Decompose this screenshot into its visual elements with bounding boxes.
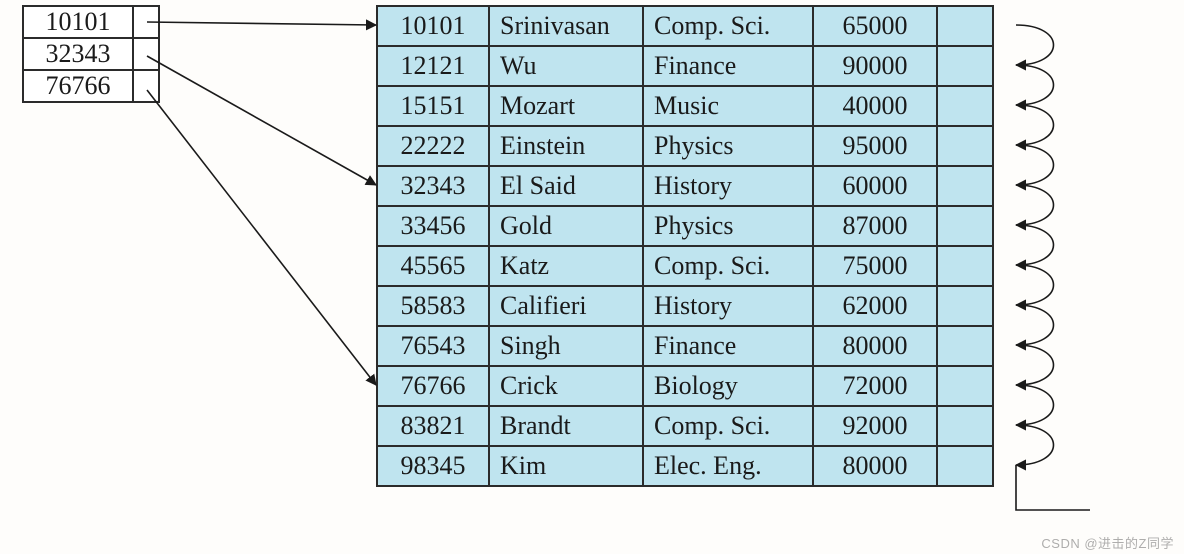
cell-dept: Finance — [643, 46, 813, 86]
table-row: 12121 Wu Finance 90000 — [377, 46, 993, 86]
index-pointer-cell — [133, 6, 159, 38]
index-row: 76766 — [23, 70, 159, 102]
index-key: 76766 — [23, 70, 133, 102]
table-row: 76543 Singh Finance 80000 — [377, 326, 993, 366]
cell-dept: Elec. Eng. — [643, 446, 813, 486]
next-arrow — [1016, 225, 1054, 265]
table-row: 15151 Mozart Music 40000 — [377, 86, 993, 126]
cell-name: Califieri — [489, 286, 643, 326]
cell-next-pointer — [937, 446, 993, 486]
cell-id: 12121 — [377, 46, 489, 86]
next-arrow — [1016, 265, 1054, 305]
next-arrow — [1016, 345, 1054, 385]
next-arrow — [1016, 385, 1054, 425]
cell-dept: History — [643, 166, 813, 206]
next-arrow — [1016, 425, 1054, 465]
cell-name: Katz — [489, 246, 643, 286]
cell-next-pointer — [937, 46, 993, 86]
cell-id: 45565 — [377, 246, 489, 286]
cell-salary: 72000 — [813, 366, 937, 406]
cell-salary: 62000 — [813, 286, 937, 326]
instructor-file: 10101 Srinivasan Comp. Sci. 65000 12121 … — [376, 5, 994, 487]
table-row: 76766 Crick Biology 72000 — [377, 366, 993, 406]
cell-dept: Finance — [643, 326, 813, 366]
table-row: 98345 Kim Elec. Eng. 80000 — [377, 446, 993, 486]
cell-next-pointer — [937, 286, 993, 326]
cell-next-pointer — [937, 366, 993, 406]
next-arrow — [1016, 145, 1054, 185]
cell-next-pointer — [937, 86, 993, 126]
cell-id: 32343 — [377, 166, 489, 206]
cell-name: Singh — [489, 326, 643, 366]
index-arrow — [147, 56, 376, 185]
table-row: 45565 Katz Comp. Sci. 75000 — [377, 246, 993, 286]
cell-id: 15151 — [377, 86, 489, 126]
table-row: 22222 Einstein Physics 95000 — [377, 126, 993, 166]
index-row: 32343 — [23, 38, 159, 70]
cell-name: El Said — [489, 166, 643, 206]
cell-name: Gold — [489, 206, 643, 246]
cell-dept: Comp. Sci. — [643, 6, 813, 46]
cell-dept: Biology — [643, 366, 813, 406]
next-arrow — [1016, 105, 1054, 145]
cell-salary: 60000 — [813, 166, 937, 206]
table-row: 83821 Brandt Comp. Sci. 92000 — [377, 406, 993, 446]
cell-id: 33456 — [377, 206, 489, 246]
cell-dept: History — [643, 286, 813, 326]
cell-salary: 65000 — [813, 6, 937, 46]
cell-salary: 40000 — [813, 86, 937, 126]
next-arrow — [1016, 185, 1054, 225]
cell-salary: 87000 — [813, 206, 937, 246]
sparse-index-table: 10101 32343 76766 — [22, 5, 160, 103]
cell-next-pointer — [937, 246, 993, 286]
watermark-text: CSDN @进击的Z同学 — [1041, 533, 1174, 552]
cell-salary: 75000 — [813, 246, 937, 286]
index-arrow — [147, 90, 376, 385]
cell-salary: 95000 — [813, 126, 937, 166]
cell-next-pointer — [937, 206, 993, 246]
table-row: 10101 Srinivasan Comp. Sci. 65000 — [377, 6, 993, 46]
cell-salary: 80000 — [813, 446, 937, 486]
cell-name: Wu — [489, 46, 643, 86]
cell-id: 76543 — [377, 326, 489, 366]
cell-salary: 80000 — [813, 326, 937, 366]
cell-id: 58583 — [377, 286, 489, 326]
cell-next-pointer — [937, 406, 993, 446]
table-row: 58583 Califieri History 62000 — [377, 286, 993, 326]
cell-id: 76766 — [377, 366, 489, 406]
next-arrow — [1016, 25, 1054, 65]
cell-dept: Music — [643, 86, 813, 126]
index-pointer-cell — [133, 38, 159, 70]
cell-next-pointer — [937, 126, 993, 166]
cell-name: Crick — [489, 366, 643, 406]
table-row: 33456 Gold Physics 87000 — [377, 206, 993, 246]
cell-name: Srinivasan — [489, 6, 643, 46]
cell-next-pointer — [937, 6, 993, 46]
cell-next-pointer — [937, 166, 993, 206]
cell-next-pointer — [937, 326, 993, 366]
cell-dept: Physics — [643, 206, 813, 246]
cell-id: 22222 — [377, 126, 489, 166]
cell-name: Brandt — [489, 406, 643, 446]
next-arrow-tail — [1016, 465, 1090, 510]
index-key: 10101 — [23, 6, 133, 38]
cell-salary: 92000 — [813, 406, 937, 446]
table-row: 32343 El Said History 60000 — [377, 166, 993, 206]
cell-id: 98345 — [377, 446, 489, 486]
index-pointer-cell — [133, 70, 159, 102]
next-arrow — [1016, 65, 1054, 105]
cell-id: 10101 — [377, 6, 489, 46]
cell-id: 83821 — [377, 406, 489, 446]
index-row: 10101 — [23, 6, 159, 38]
index-arrow — [147, 22, 376, 25]
cell-salary: 90000 — [813, 46, 937, 86]
cell-name: Kim — [489, 446, 643, 486]
cell-dept: Comp. Sci. — [643, 406, 813, 446]
next-arrow — [1016, 305, 1054, 345]
cell-name: Einstein — [489, 126, 643, 166]
cell-name: Mozart — [489, 86, 643, 126]
index-key: 32343 — [23, 38, 133, 70]
cell-dept: Comp. Sci. — [643, 246, 813, 286]
cell-dept: Physics — [643, 126, 813, 166]
